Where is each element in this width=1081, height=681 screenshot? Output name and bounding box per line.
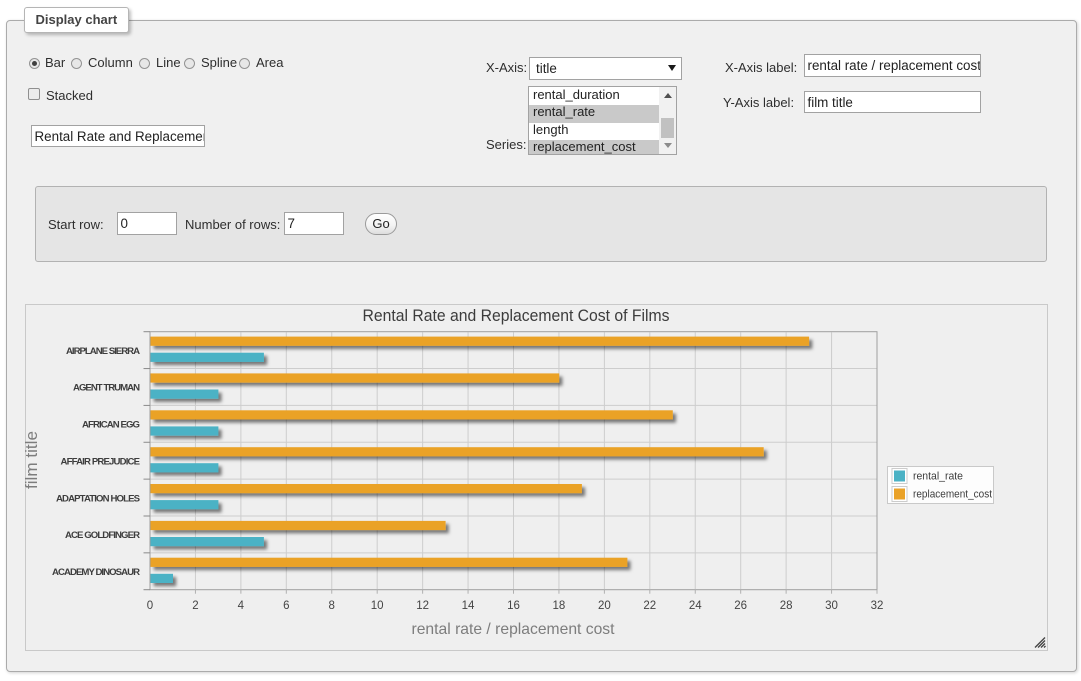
svg-text:rental rate / replacement cost: rental rate / replacement cost — [412, 621, 616, 638]
svg-text:ACADEMY DINOSAUR: ACADEMY DINOSAUR — [52, 567, 140, 578]
svg-text:film title: film title — [22, 431, 41, 489]
svg-text:14: 14 — [462, 600, 475, 612]
svg-text:Rental Rate and Replacement Co: Rental Rate and Replacement Cost of Film… — [363, 307, 670, 325]
svg-text:ACE GOLDFINGER: ACE GOLDFINGER — [65, 530, 140, 541]
svg-text:22: 22 — [643, 600, 656, 612]
svg-text:8: 8 — [329, 600, 335, 612]
svg-text:12: 12 — [416, 600, 429, 612]
svg-text:32: 32 — [871, 600, 884, 612]
svg-text:6: 6 — [283, 600, 289, 612]
svg-text:18: 18 — [553, 600, 566, 612]
svg-text:10: 10 — [371, 600, 384, 612]
svg-text:AGENT TRUMAN: AGENT TRUMAN — [73, 383, 140, 394]
svg-text:replacement_cost: replacement_cost — [913, 489, 993, 501]
svg-text:AIRPLANE SIERRA: AIRPLANE SIERRA — [66, 346, 140, 357]
svg-text:16: 16 — [507, 600, 520, 612]
svg-text:20: 20 — [598, 600, 611, 612]
svg-text:26: 26 — [734, 600, 747, 612]
svg-text:AFFAIR PREJUDICE: AFFAIR PREJUDICE — [61, 456, 141, 467]
svg-text:28: 28 — [780, 600, 793, 612]
svg-text:ADAPTATION HOLES: ADAPTATION HOLES — [56, 493, 141, 504]
svg-text:2: 2 — [192, 600, 198, 612]
svg-text:24: 24 — [689, 600, 702, 612]
svg-text:4: 4 — [238, 600, 245, 612]
svg-text:rental_rate: rental_rate — [913, 471, 963, 483]
svg-text:AFRICAN EGG: AFRICAN EGG — [82, 420, 140, 431]
svg-text:0: 0 — [147, 600, 153, 612]
svg-text:30: 30 — [825, 600, 838, 612]
